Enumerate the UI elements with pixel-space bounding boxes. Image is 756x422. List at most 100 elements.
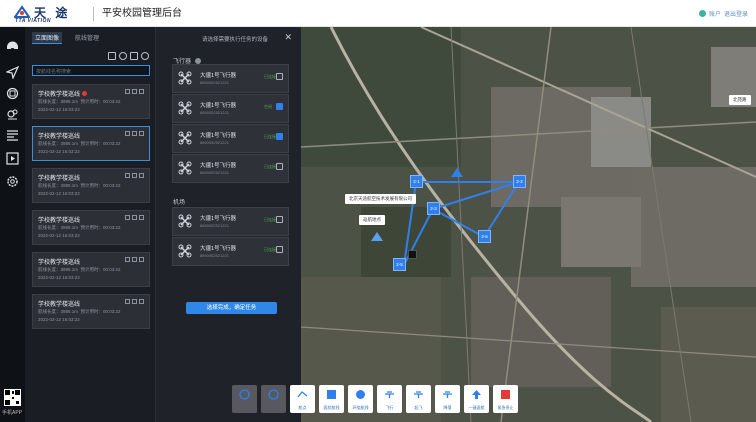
delete-icon[interactable]: [139, 299, 144, 304]
search-icon[interactable]: [141, 52, 149, 60]
grid-icon[interactable]: [6, 87, 19, 100]
delete-icon[interactable]: [139, 173, 144, 178]
user-menu[interactable]: 账户 退出登录: [698, 9, 748, 18]
delete-icon[interactable]: [139, 257, 144, 262]
drone-icon: [178, 101, 192, 115]
send-icon[interactable]: [125, 89, 130, 94]
tool-label: 降落: [443, 405, 452, 410]
route-title: 学校教学楼巡线: [38, 89, 88, 98]
route-actions: [125, 215, 144, 220]
delete-icon[interactable]: [139, 131, 144, 136]
edit-icon[interactable]: [132, 257, 137, 262]
device-card[interactable]: 大疆1号飞行器 8890052521221 已连接: [172, 207, 289, 236]
add-icon[interactable]: [119, 52, 127, 60]
edit-icon[interactable]: [132, 89, 137, 94]
return-tool-button[interactable]: 一键返航: [464, 385, 489, 413]
send-icon[interactable]: [125, 131, 130, 136]
waypoint-marker[interactable]: 2-3: [427, 202, 440, 215]
send-icon[interactable]: [125, 299, 130, 304]
waypoint-marker[interactable]: 2-5: [393, 258, 406, 271]
stop-icon: [501, 390, 510, 399]
camera-icon[interactable]: [6, 41, 19, 54]
drone-tool-button[interactable]: 飞行: [377, 385, 402, 413]
side-navigation: 手机APP: [0, 27, 25, 422]
tool-label: 环绕航线: [352, 405, 369, 410]
map-icon: [268, 389, 279, 400]
device-status: 已连接: [264, 134, 276, 139]
batch-icon[interactable]: [130, 52, 138, 60]
route-card[interactable]: 学校教学楼巡线 航线长度：3985.1m 预计用时：00:03:22 2022-02…: [32, 294, 150, 329]
device-checkbox[interactable]: [276, 216, 283, 223]
delete-icon[interactable]: [139, 215, 144, 220]
route-card[interactable]: 学校教学楼巡线 航线长度：3985.1m 预计用时：00:03:22 2022-02…: [32, 210, 150, 245]
edit-icon[interactable]: [132, 299, 137, 304]
stop-tool-button[interactable]: 紧急停止: [493, 385, 518, 413]
tool-label: 航点: [298, 405, 307, 410]
edit-icon[interactable]: [132, 131, 137, 136]
map-callout-home: 返航地点: [359, 215, 385, 225]
waypoint-marker[interactable]: 2-1: [410, 175, 423, 188]
map-tool-button[interactable]: [261, 385, 286, 413]
drone-tool-button[interactable]: 降落: [435, 385, 460, 413]
drone-position-marker[interactable]: [408, 250, 417, 259]
tab-route-management[interactable]: 航线管理: [72, 32, 102, 44]
brand-logo[interactable]: 天 途 TTA VIATION: [14, 3, 78, 25]
drone-icon: [385, 391, 394, 398]
device-checkbox[interactable]: [276, 73, 283, 80]
logo-mark-icon: [14, 5, 30, 18]
device-card[interactable]: 大疆1号飞行器 8890052521221 已连接: [172, 124, 289, 153]
close-icon[interactable]: ✕: [284, 32, 292, 43]
drone-tool-button[interactable]: 起飞: [406, 385, 431, 413]
route-card[interactable]: 学校教学楼巡线 航线长度：3985.1m 预计用时：00:03:22 2022-02…: [32, 168, 150, 203]
device-checkbox[interactable]: [276, 133, 283, 140]
device-status: 已连接: [264, 247, 276, 252]
route-title: 学校教学楼巡线: [38, 218, 81, 224]
waypoint-marker[interactable]: 2-2: [513, 175, 526, 188]
drone-icon: [178, 71, 192, 85]
route-meta: 航线长度：3985.1m 预计用时：00:03:22: [38, 183, 121, 188]
history-tool-button[interactable]: [232, 385, 257, 413]
device-checkbox[interactable]: [276, 163, 283, 170]
waypoint-tool-button[interactable]: 航点: [290, 385, 315, 413]
settings-icon[interactable]: [6, 175, 19, 188]
location-icon[interactable]: [6, 108, 19, 121]
square-tool-button[interactable]: 面状航线: [319, 385, 344, 413]
device-card[interactable]: 大疆1号飞行器 8890052521221 已连接: [172, 237, 289, 266]
device-checkbox[interactable]: [276, 246, 283, 253]
device-card[interactable]: 大疆1号飞行器 8890052521221 已连接: [172, 64, 289, 93]
drone-icon: [178, 131, 192, 145]
edit-icon[interactable]: [132, 173, 137, 178]
confirm-task-button[interactable]: 选择完成，确定任务: [186, 302, 277, 314]
route-search-input[interactable]: 按航线名称搜索: [32, 65, 150, 76]
device-checkbox[interactable]: [276, 103, 283, 110]
device-card[interactable]: 大疆1号飞行器 8890052521221 空闲: [172, 94, 289, 123]
app-qr-code: [4, 389, 21, 406]
navigation-icon[interactable]: [6, 66, 19, 79]
list-icon[interactable]: [6, 129, 19, 142]
circle-tool-button[interactable]: 环绕航线: [348, 385, 373, 413]
edit-icon[interactable]: [132, 215, 137, 220]
media-icon[interactable]: [6, 152, 19, 165]
route-card[interactable]: 学校教学楼巡线 航线长度：3985.1m 预计用时：00:03:22 2022-02…: [32, 252, 150, 287]
import-icon[interactable]: [108, 52, 116, 60]
tool-label: 紧急停止: [497, 405, 514, 410]
waypoint-marker[interactable]: 2-6: [478, 230, 491, 243]
send-icon[interactable]: [125, 173, 130, 178]
route-actions: [125, 131, 144, 136]
device-serial: 8890052521221: [200, 110, 229, 115]
device-status: 已连接: [264, 164, 276, 169]
delete-icon[interactable]: [139, 89, 144, 94]
route-actions: [125, 257, 144, 262]
route-date: 2022-02-12 16:03:22: [38, 149, 80, 154]
send-icon[interactable]: [125, 215, 130, 220]
route-date: 2022-02-12 16:03:22: [38, 317, 80, 322]
device-name: 大疆1号飞行器: [200, 133, 237, 139]
route-card[interactable]: 学校教学楼巡线 航线长度：3985.1m 预计用时：00:03:22 2022-02…: [32, 126, 150, 161]
tab-facade-image[interactable]: 立面图像: [32, 32, 63, 44]
satellite-map[interactable]: 北京天途航空技术发展有限公司 返航地点 北苑路 2-1 2-2 2-3 2-6 …: [301, 27, 756, 422]
route-card[interactable]: 学校教学楼巡线 航线长度：3985.1m 预计用时：00:03:22 2022-02…: [32, 84, 150, 119]
device-card[interactable]: 大疆1号飞行器 8890052521221 已连接: [172, 154, 289, 183]
route-toolbar: [108, 52, 149, 60]
logout-link[interactable]: 退出登录: [724, 9, 748, 18]
send-icon[interactable]: [125, 257, 130, 262]
